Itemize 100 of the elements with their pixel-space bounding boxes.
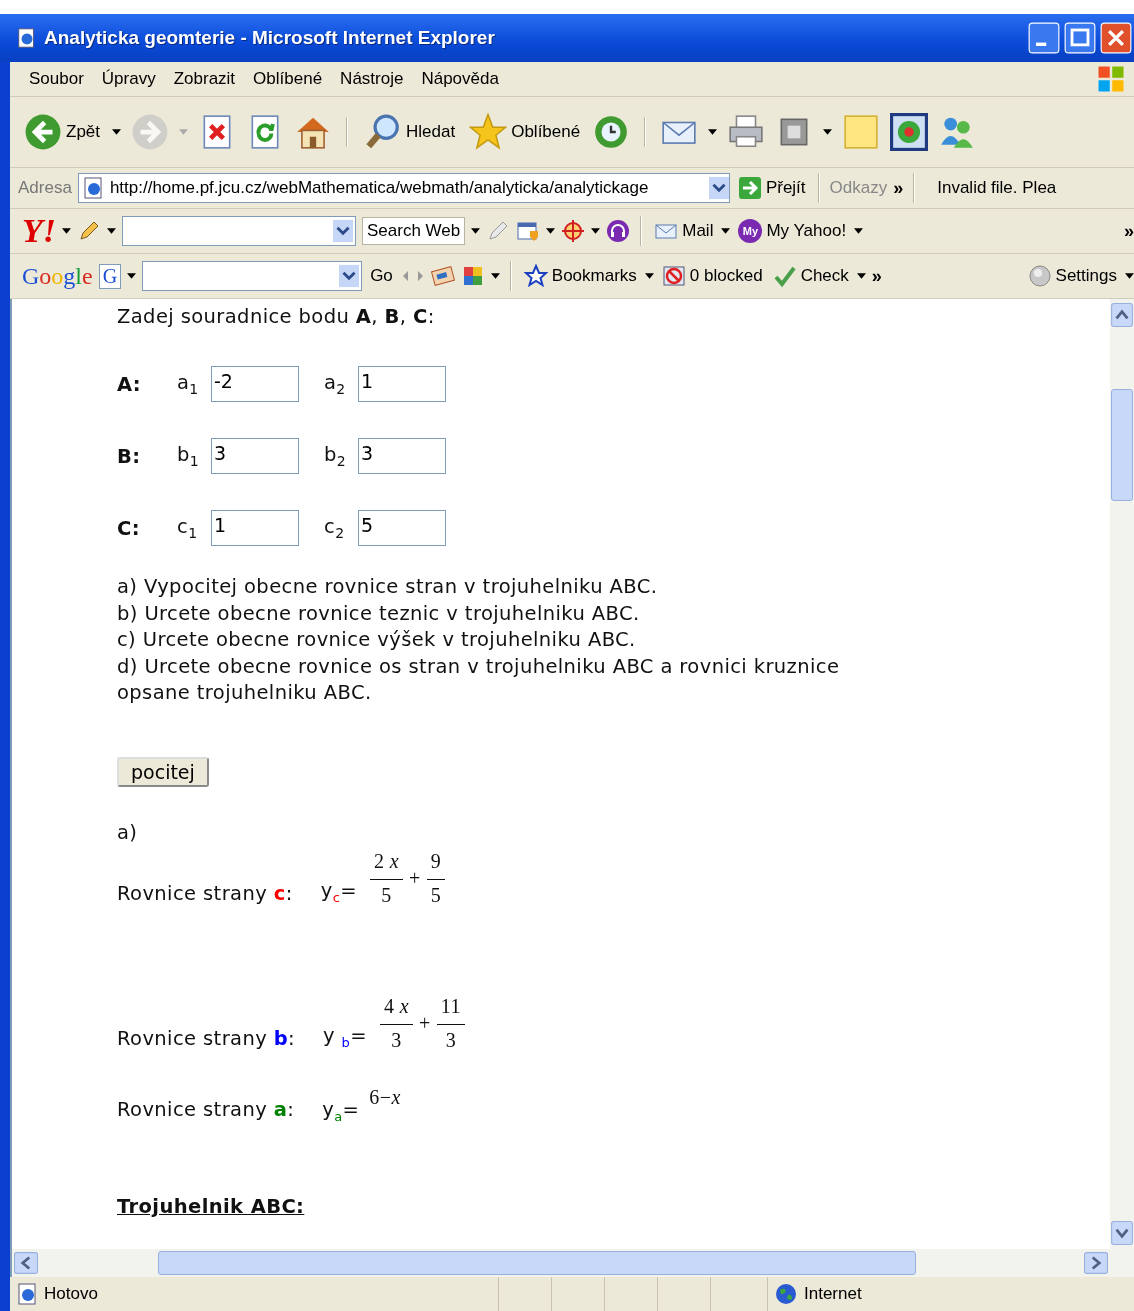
coordinate-field[interactable]: -2 [211,366,299,402]
coordinate-label: c$_{2}$ [324,515,346,541]
status-text: Hotovo [44,1284,98,1304]
equation-label: Rovnice strany a: [117,1096,295,1123]
coordinate-field[interactable]: 1 [211,510,299,546]
address-field[interactable]: http://home.pf.jcu.cz/webMathematica/webmath/analyticka/analytickage [77,173,730,203]
caret-icon[interactable] [1125,273,1134,279]
search-field[interactable] [142,261,363,291]
go-button[interactable]: Přejít [735,176,808,200]
dropdown-button[interactable] [339,264,360,288]
toolbar-logo[interactable]: Google [22,262,93,290]
minimize-button[interactable] [1028,22,1060,54]
caret-icon[interactable] [471,228,481,234]
dropdown-button[interactable] [708,176,729,200]
task-text: b) Urcete obecne rovnice teznic v trojuhelniku ABC. [117,600,641,627]
favorites-icon [469,113,508,151]
caret-icon[interactable] [854,228,864,234]
caret-icon[interactable] [823,129,833,135]
scroll-left-button[interactable] [14,1252,38,1274]
more-button[interactable]: » [1124,220,1134,242]
menu-item[interactable]: Úpravy [92,69,165,89]
equation-label: Rovnice strany c: [117,881,293,907]
close-button[interactable] [1100,22,1132,54]
address-label: Adresa [18,178,72,198]
mail-button[interactable]: Mail [652,219,716,243]
task-text: d) Urcete obecne rovnice os stran v trojuhelniku ABC a rovnici kruznice opsane trojuhelniku ABC. [117,653,841,706]
point-label: A: [117,372,143,396]
caret-icon[interactable] [127,273,137,279]
caret-icon[interactable] [62,228,71,234]
coordinate-field[interactable]: 3 [211,438,299,474]
scroll-up-button[interactable] [1111,303,1133,327]
caret-icon[interactable] [490,273,500,279]
toolbar-logo[interactable]: Y! [22,214,56,248]
bookmarks-button[interactable]: Bookmarks [521,264,639,288]
search-button[interactable]: Hledat [362,113,458,151]
caret-icon[interactable] [107,228,116,234]
back-button[interactable]: Zpět [22,113,103,151]
popup-blocker-button[interactable]: 0 blocked [659,264,765,288]
spell-check-button[interactable]: Check [770,264,851,288]
toolbar-message: Invalid file. Plea [937,178,1057,198]
dropdown-button[interactable] [333,219,353,243]
coordinate-field[interactable]: 1 [358,366,446,402]
headphones-icon[interactable] [606,219,631,243]
caret-icon[interactable] [644,273,654,279]
search-field[interactable] [122,216,356,246]
horizontal-scrollbar[interactable] [12,1249,1134,1277]
check-icon [772,264,797,288]
caret-icon[interactable] [721,228,731,234]
caret-icon[interactable] [856,273,866,279]
equation-label: Rovnice strany b: [117,1026,296,1052]
settings-icon [1027,264,1052,288]
point-label: C: [117,516,141,540]
section-heading: Trojuhelnik ABC: [117,1195,306,1219]
coordinate-label: c$_{1}$ [177,515,199,541]
vertical-scrollbar[interactable] [1110,299,1134,1249]
caret-icon[interactable] [591,228,601,234]
result-label: a) [117,820,139,844]
menu-item[interactable]: Soubor [20,69,93,89]
instruction-text: Zadej souradnice bodu A, B, C: [117,305,436,328]
calculate-button[interactable]: pocitej [117,756,209,787]
equation-variable: y$_{c}$= [320,878,357,907]
search-engine-button[interactable]: G [98,263,122,289]
settings-button[interactable]: Settings [1025,264,1119,288]
task-text: c) Urcete obecne rovnice výšek v trojuhelniku ABC. [117,627,637,653]
calendar-icon[interactable] [516,219,541,243]
equation-variable: y$_{a}$= [322,1096,360,1126]
flower-icon[interactable] [890,113,929,151]
search-button[interactable]: Go [368,266,395,286]
scroll-thumb[interactable] [158,1251,916,1275]
coordinate-label: a$_{1}$ [177,371,200,397]
caret-icon[interactable] [112,129,122,135]
badge-icon: My [738,219,763,243]
equation-variable: y $_{b}$= [323,1023,367,1052]
caret-icon[interactable] [708,129,718,135]
more-button[interactable]: » [893,177,904,199]
crosshair-icon[interactable] [561,219,586,243]
point-label: B: [117,444,142,468]
zone-text: Internet [804,1284,862,1304]
menu-item[interactable]: Oblíbené [244,69,332,89]
caret-icon[interactable] [546,228,556,234]
blocked-icon [661,264,686,288]
coordinate-field[interactable]: 3 [358,438,446,474]
more-button[interactable]: » [871,265,882,287]
coordinate-field[interactable]: 5 [358,510,446,546]
menu-item[interactable]: Nápověda [412,69,508,89]
scroll-right-button[interactable] [1084,1252,1108,1274]
flag-logo-icon [1096,64,1126,94]
my-yahoo-button[interactable]: My My Yahoo! [736,219,849,243]
search-button[interactable]: Search Web [362,217,466,245]
window-title: Analyticka geomterie - Microsoft Internet Explorer [44,27,495,49]
coordinate-label: b$_{1}$ [177,443,201,469]
pencil-icon[interactable] [77,219,101,243]
maximize-button[interactable] [1064,22,1096,54]
scroll-thumb[interactable] [1111,389,1133,501]
coordinate-label: a$_{2}$ [324,371,347,397]
menu-item[interactable]: Zobrazit [164,69,245,89]
scroll-down-button[interactable] [1111,1221,1133,1245]
menu-item[interactable]: Nástroje [331,69,413,89]
favorites-button[interactable]: Oblíbené [467,113,583,151]
coordinate-label: b$_{2}$ [324,443,348,469]
